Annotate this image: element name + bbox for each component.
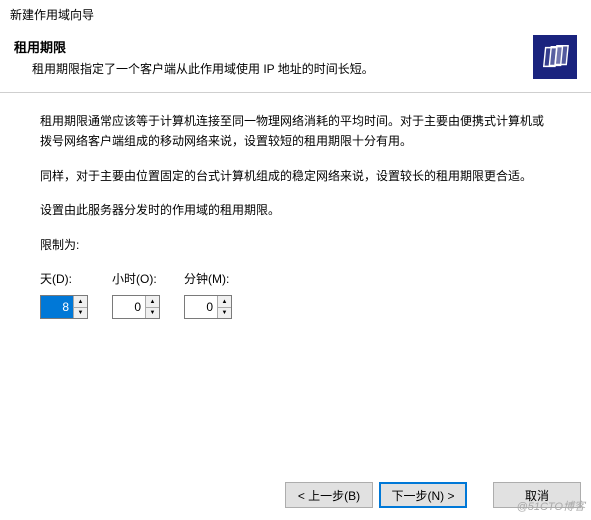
cancel-button[interactable]: 取消 bbox=[493, 482, 581, 508]
next-button[interactable]: 下一步(N) > bbox=[379, 482, 467, 508]
paragraph-1: 租用期限通常应该等于计算机连接至同一物理网络消耗的平均时间。对于主要由便携式计算… bbox=[40, 111, 551, 152]
hours-down-icon[interactable]: ▼ bbox=[146, 308, 159, 319]
days-up-icon[interactable]: ▲ bbox=[74, 296, 87, 308]
window-title: 新建作用域向导 bbox=[0, 0, 591, 27]
minutes-stepper[interactable]: ▲ ▼ bbox=[184, 295, 232, 319]
paragraph-2: 同样，对于主要由位置固定的台式计算机组成的稳定网络来说，设置较长的租用期限更合适… bbox=[40, 166, 551, 186]
back-button[interactable]: < 上一步(B) bbox=[285, 482, 373, 508]
wizard-footer: < 上一步(B) 下一步(N) > 取消 bbox=[0, 470, 591, 520]
days-label: 天(D): bbox=[40, 269, 88, 289]
minutes-down-icon[interactable]: ▼ bbox=[218, 308, 231, 319]
hours-up-icon[interactable]: ▲ bbox=[146, 296, 159, 308]
limit-label: 限制为: bbox=[40, 235, 551, 255]
hours-label: 小时(O): bbox=[112, 269, 160, 289]
scope-icon bbox=[533, 35, 577, 79]
wizard-header: 租用期限 租用期限指定了一个客户端从此作用域使用 IP 地址的时间长短。 bbox=[0, 27, 591, 92]
duration-inputs: 天(D): ▲ ▼ 小时(O): ▲ ▼ 分钟(M): bbox=[40, 269, 551, 319]
paragraph-3: 设置由此服务器分发时的作用域的租用期限。 bbox=[40, 200, 551, 220]
page-title: 租用期限 bbox=[14, 37, 577, 56]
hours-stepper[interactable]: ▲ ▼ bbox=[112, 295, 160, 319]
minutes-label: 分钟(M): bbox=[184, 269, 232, 289]
days-input[interactable] bbox=[41, 296, 73, 318]
hours-input[interactable] bbox=[113, 296, 145, 318]
minutes-input[interactable] bbox=[185, 296, 217, 318]
days-stepper[interactable]: ▲ ▼ bbox=[40, 295, 88, 319]
minutes-up-icon[interactable]: ▲ bbox=[218, 296, 231, 308]
page-subtitle: 租用期限指定了一个客户端从此作用域使用 IP 地址的时间长短。 bbox=[14, 60, 577, 78]
wizard-content: 租用期限通常应该等于计算机连接至同一物理网络消耗的平均时间。对于主要由便携式计算… bbox=[0, 93, 591, 329]
days-down-icon[interactable]: ▼ bbox=[74, 308, 87, 319]
